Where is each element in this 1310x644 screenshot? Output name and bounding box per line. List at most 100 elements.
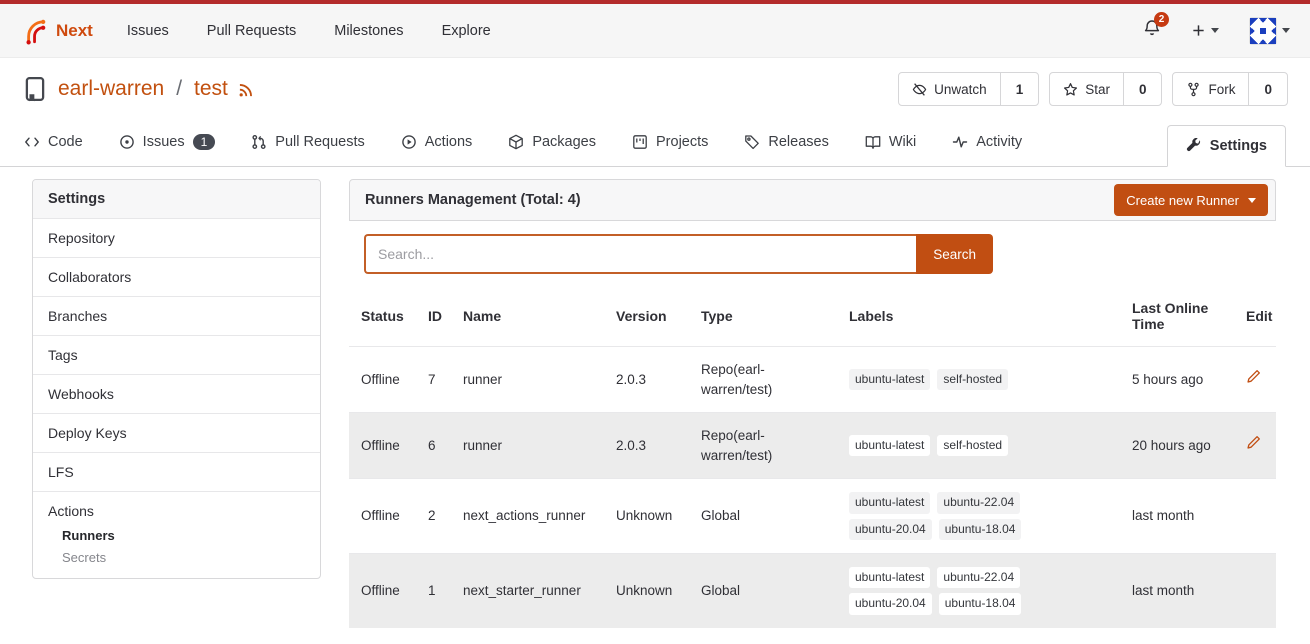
tab-projects[interactable]: Projects (632, 118, 708, 166)
sidebar-item-branches[interactable]: Branches (33, 296, 320, 335)
runner-type: Repo(earl-warren/test) (689, 347, 837, 413)
tab-issues-label: Issues (143, 134, 185, 150)
sidebar-item-lfs[interactable]: LFS (33, 452, 320, 491)
star-icon (1063, 82, 1078, 97)
table-row: Offline 1 next_starter_runner Unknown Gl… (349, 554, 1276, 628)
label-badge: ubuntu-20.04 (849, 593, 932, 614)
package-icon (508, 134, 524, 150)
sidebar-item-tags[interactable]: Tags (33, 335, 320, 374)
instance-name: Next (56, 21, 93, 41)
tab-pull-requests[interactable]: Pull Requests (251, 118, 364, 166)
tab-issues[interactable]: Issues 1 (119, 118, 216, 166)
runner-labels: ubuntu-latest self-hosted (849, 369, 1039, 390)
edit-runner-button[interactable] (1246, 369, 1261, 384)
star-button[interactable]: Star (1050, 73, 1123, 105)
tab-code[interactable]: Code (24, 118, 83, 166)
runner-labels: ubuntu-latest self-hosted (849, 435, 1039, 456)
notifications-button[interactable]: 2 (1143, 19, 1161, 42)
runner-last-online: 5 hours ago (1120, 347, 1234, 413)
forgejo-logo-icon (20, 17, 48, 45)
create-new-menu[interactable] (1191, 23, 1219, 38)
git-pull-request-icon (251, 134, 267, 150)
sidebar-actions-children: Runners Secrets (62, 528, 305, 565)
fork-icon (1186, 82, 1201, 97)
page-title: Runners Management (Total: 4) (365, 192, 581, 208)
tab-wiki[interactable]: Wiki (865, 118, 916, 166)
tab-packages-label: Packages (532, 134, 596, 150)
user-menu[interactable] (1249, 17, 1290, 45)
nav-link-milestones[interactable]: Milestones (334, 23, 403, 39)
runner-type: Repo(earl-warren/test) (689, 413, 837, 479)
sidebar-item-runners[interactable]: Runners (62, 528, 305, 543)
table-row: Offline 6 runner 2.0.3 Repo(earl-warren/… (349, 413, 1276, 479)
nav-links: Issues Pull Requests Milestones Explore (127, 23, 491, 39)
sidebar-header: Settings (33, 180, 320, 218)
label-badge: ubuntu-latest (849, 567, 930, 588)
project-icon (632, 134, 648, 150)
sidebar-item-secrets[interactable]: Secrets (62, 550, 305, 565)
col-edit: Edit (1234, 286, 1276, 347)
repo-owner-link[interactable]: earl-warren (58, 77, 164, 101)
label-badge: ubuntu-18.04 (939, 593, 1022, 614)
runner-version: Unknown (604, 554, 689, 628)
tab-actions[interactable]: Actions (401, 118, 473, 166)
create-new-runner-button[interactable]: Create new Runner (1114, 184, 1268, 216)
tab-activity[interactable]: Activity (952, 118, 1022, 166)
eye-slash-icon (912, 82, 927, 97)
runner-version: 2.0.3 (604, 347, 689, 413)
label-badge: self-hosted (937, 435, 1008, 456)
tab-releases[interactable]: Releases (744, 118, 828, 166)
chevron-down-icon (1211, 28, 1219, 33)
runner-status: Offline (349, 554, 416, 628)
tab-actions-label: Actions (425, 134, 473, 150)
col-type: Type (689, 286, 837, 347)
forks-count[interactable]: 0 (1248, 73, 1287, 105)
settings-sidebar: Settings Repository Collaborators Branch… (32, 179, 321, 579)
fork-button[interactable]: Fork (1173, 73, 1248, 105)
watchers-count[interactable]: 1 (1000, 73, 1039, 105)
runner-id: 2 (416, 479, 451, 554)
search-button[interactable]: Search (916, 234, 993, 274)
repo-header: earl-warren/test Unwatch 1 (0, 58, 1310, 118)
table-row: Offline 2 next_actions_runner Unknown Gl… (349, 479, 1276, 554)
repo-tabbar: Code Issues 1 Pull Requests Actions (0, 118, 1310, 167)
pulse-icon (952, 134, 968, 150)
repo-action-buttons: Unwatch 1 Star 0 (898, 72, 1288, 106)
search-input[interactable] (364, 234, 916, 274)
tab-pull-requests-label: Pull Requests (275, 134, 364, 150)
stars-count[interactable]: 0 (1123, 73, 1162, 105)
runner-id: 1 (416, 554, 451, 628)
sidebar-item-webhooks[interactable]: Webhooks (33, 374, 320, 413)
sidebar-item-repository[interactable]: Repository (33, 218, 320, 257)
play-circle-icon (401, 134, 417, 150)
label-badge: ubuntu-latest (849, 435, 930, 456)
tab-settings[interactable]: Settings (1167, 125, 1286, 167)
label-badge: ubuntu-22.04 (937, 567, 1020, 588)
tab-projects-label: Projects (656, 134, 708, 150)
unwatch-button[interactable]: Unwatch (899, 73, 1000, 105)
runner-id: 6 (416, 413, 451, 479)
rss-feed-icon[interactable] (238, 81, 255, 98)
label-badge: ubuntu-22.04 (937, 492, 1020, 513)
runner-name: next_starter_runner (451, 554, 604, 628)
nav-link-explore[interactable]: Explore (442, 23, 491, 39)
tab-packages[interactable]: Packages (508, 118, 596, 166)
forgejo-home-link[interactable]: Next (20, 17, 93, 45)
tab-activity-label: Activity (976, 134, 1022, 150)
sidebar-item-deploy-keys[interactable]: Deploy Keys (33, 413, 320, 452)
col-id: ID (416, 286, 451, 347)
runner-last-online: 20 hours ago (1120, 413, 1234, 479)
repo-name-link[interactable]: test (194, 77, 228, 101)
runners-table: Status ID Name Version Type Labels Last … (349, 286, 1276, 628)
col-version: Version (604, 286, 689, 347)
nav-link-issues[interactable]: Issues (127, 23, 169, 39)
sidebar-item-collaborators[interactable]: Collaborators (33, 257, 320, 296)
book-open-icon (865, 134, 881, 150)
sidebar-item-actions[interactable]: Actions (48, 503, 305, 519)
plus-icon (1191, 23, 1206, 38)
tab-code-label: Code (48, 134, 83, 150)
runner-id: 7 (416, 347, 451, 413)
edit-runner-button[interactable] (1246, 435, 1261, 450)
nav-link-pull-requests[interactable]: Pull Requests (207, 23, 296, 39)
table-row: Offline 7 runner 2.0.3 Repo(earl-warren/… (349, 347, 1276, 413)
